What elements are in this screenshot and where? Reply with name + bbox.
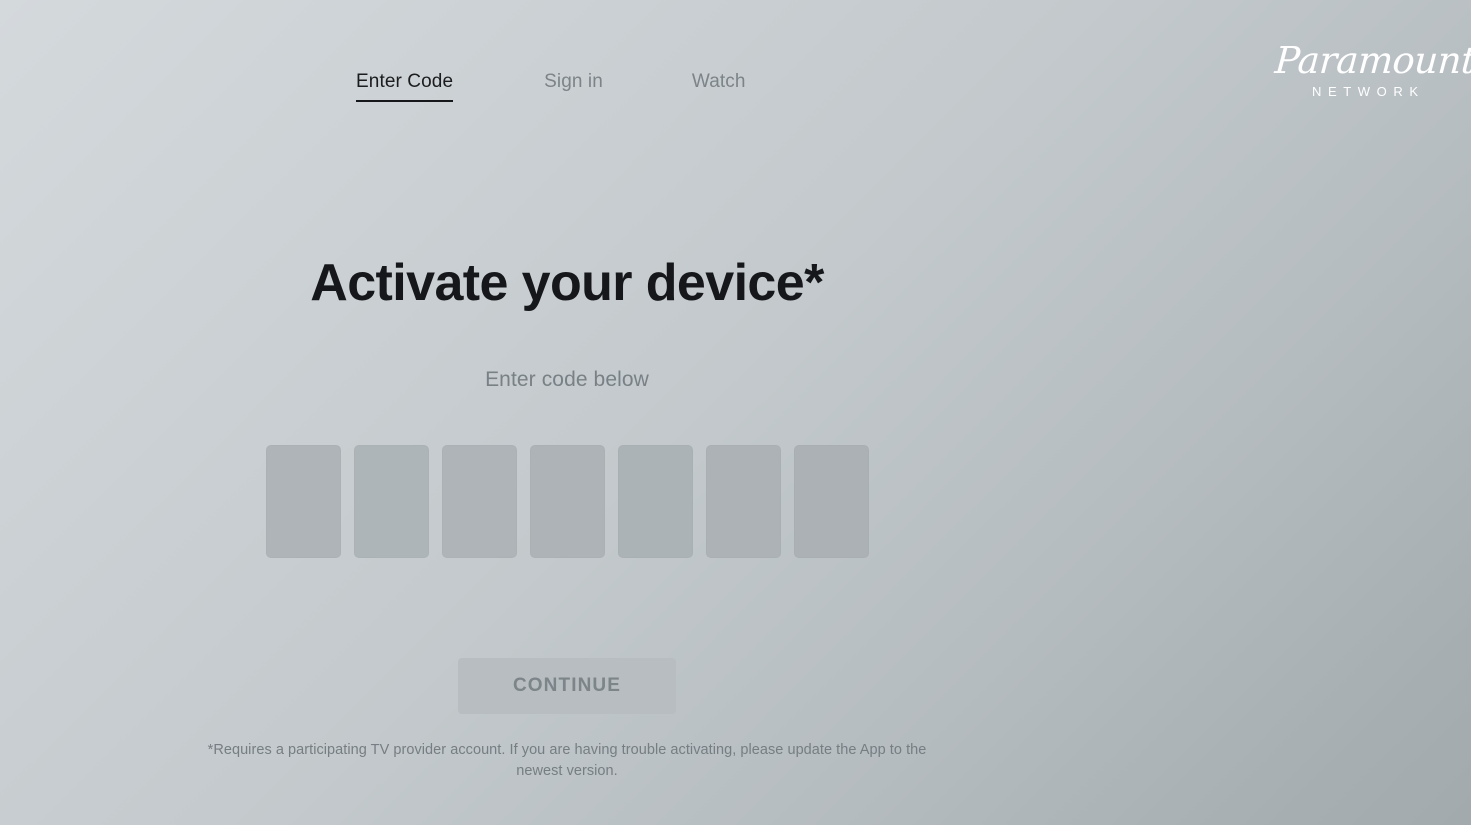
activation-page: Enter Code Sign in Watch Paramount NETWO… bbox=[0, 0, 1471, 825]
footnote-text: *Requires a participating TV provider ac… bbox=[207, 742, 927, 779]
page-title: Activate your device* bbox=[310, 254, 824, 312]
code-digit-input-7[interactable] bbox=[794, 445, 869, 558]
code-digit-input-2[interactable] bbox=[354, 445, 429, 558]
code-digit-input-3[interactable] bbox=[442, 445, 517, 558]
code-digit-input-4[interactable] bbox=[530, 445, 605, 558]
code-digit-input-1[interactable] bbox=[266, 445, 341, 558]
code-digit-input-5[interactable] bbox=[618, 445, 693, 558]
main-content: Activate your device* Enter code below C… bbox=[0, 0, 1471, 825]
activation-code-input-group bbox=[266, 445, 869, 558]
code-digit-input-6[interactable] bbox=[706, 445, 781, 558]
page-subtitle: Enter code below bbox=[485, 368, 649, 391]
continue-button[interactable]: CONTINUE bbox=[458, 658, 676, 714]
